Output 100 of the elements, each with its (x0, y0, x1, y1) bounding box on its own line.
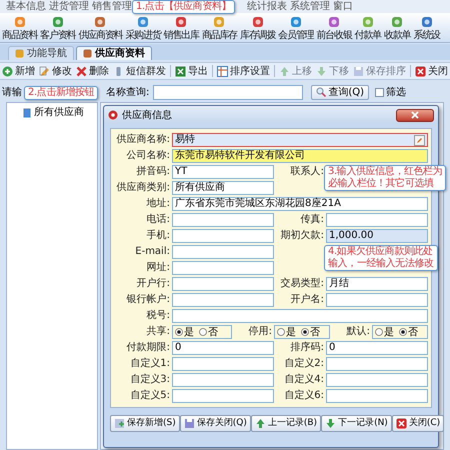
menu-item[interactable]: 系统管理 (290, 0, 330, 13)
search-button[interactable]: 查询(Q) (311, 84, 370, 100)
toolbar-button[interactable]: 供应商资料 (78, 16, 122, 41)
input-field[interactable] (172, 213, 274, 227)
tile-icon (52, 16, 64, 28)
radio-button[interactable]: 否 (399, 324, 418, 340)
toolbar-button[interactable]: 会员管理 (278, 16, 314, 41)
input-field[interactable] (172, 229, 274, 243)
field-label: 开户名: (290, 293, 324, 307)
input-field[interactable] (326, 389, 428, 403)
tile-icon (290, 16, 302, 28)
radio-button[interactable]: 否 (199, 324, 218, 340)
toolbar-button[interactable]: 系统设 (413, 16, 440, 41)
tab[interactable]: 功能导航 (8, 46, 74, 60)
spreadsheet-icon (175, 66, 186, 76)
field-label: 默认: (346, 325, 370, 339)
book-icon (23, 108, 31, 118)
toolbar-button[interactable]: 商品资料 (2, 16, 38, 41)
input-field[interactable] (326, 357, 428, 371)
tile-icon (391, 16, 404, 28)
input-field[interactable]: 0 (326, 341, 428, 355)
field-label: 自定义6: (283, 389, 324, 403)
dialog-button[interactable]: 下一记录(N) (321, 415, 392, 432)
toolbar-button[interactable]: 修改 (39, 64, 72, 78)
input-field[interactable] (172, 245, 274, 259)
input-field[interactable]: 东莞市易特软件开发有限公司 (172, 149, 428, 163)
menu-item[interactable]: 统计报表 (247, 0, 287, 13)
menu-item[interactable]: 基本信息 (6, 0, 46, 13)
dialog-button[interactable]: 关闭(C) (392, 415, 444, 432)
menu-item[interactable]: 窗口 (333, 0, 353, 13)
dialog-button[interactable]: 保存新增(S) (110, 415, 180, 432)
search-field[interactable] (153, 84, 304, 100)
dialog-button[interactable]: 上一记录(B) (250, 415, 322, 432)
input-field[interactable] (172, 373, 274, 387)
save-icon (184, 418, 195, 429)
menu-item[interactable]: 进货管理 (49, 0, 89, 13)
input-field[interactable] (172, 277, 274, 291)
toolbar-button[interactable]: 短信群发 (113, 64, 166, 78)
radio-button[interactable]: 否 (301, 324, 320, 340)
field-label: 期初欠款: (280, 229, 324, 243)
input-field[interactable] (172, 293, 274, 307)
up-arrow-icon (254, 418, 266, 429)
input-field[interactable]: 广东省东莞市莞城区东湖花园8座21A (172, 197, 428, 211)
toolbar-button[interactable]: 库存调拨 (240, 16, 276, 41)
toolbar-button[interactable]: 采购进货 (125, 16, 161, 41)
toolbar-button[interactable]: 删除 (76, 64, 109, 78)
input-field[interactable] (172, 261, 274, 275)
toolbar-button[interactable]: 客户资料 (40, 16, 76, 41)
field-label: 税号: (146, 309, 170, 323)
delete-icon (76, 66, 87, 76)
hint-tooltip: 1.点击【供应商资料】 (132, 0, 236, 14)
field-label: 自定义3: (129, 373, 170, 387)
radio-button[interactable]: 是 (175, 324, 194, 340)
input-field[interactable]: 月结 (326, 277, 428, 291)
radio-button[interactable]: 是 (375, 324, 394, 340)
input-field[interactable] (172, 389, 274, 403)
toolbar-button[interactable]: 商品库存 (202, 16, 238, 41)
toolbar-button[interactable]: 付款单 (354, 16, 382, 41)
input-field[interactable]: 1,000.00 (326, 229, 428, 243)
toolbar-button[interactable]: 前台收银 (316, 16, 352, 41)
field-label: 排序码: (290, 341, 324, 355)
tree-item[interactable]: 所有供应商 (7, 105, 97, 120)
input-field[interactable] (172, 357, 274, 371)
toolbar-button[interactable]: 导出 (175, 64, 208, 78)
up-arrow-icon (279, 66, 290, 76)
filter-checkbox[interactable]: 筛选 (375, 84, 406, 100)
toolbar-button[interactable]: 新增 (2, 64, 35, 78)
input-field[interactable] (326, 373, 428, 387)
radio-button[interactable]: 是 (277, 324, 296, 340)
field-label: 自定义1: (129, 357, 170, 371)
toolbar-button[interactable]: 排序设置 (217, 64, 270, 78)
input-field[interactable]: YT (172, 165, 274, 179)
toolbar-button[interactable]: 收款单 (384, 16, 410, 41)
field-label: E-mail: (134, 245, 170, 259)
tab[interactable]: 供应商资料 (76, 46, 152, 60)
field-label: 联系人: (290, 165, 324, 179)
input-field[interactable] (326, 293, 428, 307)
input-field[interactable]: 0 (172, 341, 274, 355)
down-arrow-icon (325, 418, 336, 429)
hint-tooltip: 2.点击新增按钮 (24, 86, 98, 100)
field-label: 开户行: (136, 277, 170, 291)
input-field[interactable]: 所有供应商 (172, 181, 274, 195)
pencil-icon (39, 66, 50, 76)
field-label: 共享: (146, 325, 170, 339)
plus-icon (2, 66, 13, 76)
input-field[interactable]: 易特 (172, 133, 428, 147)
input-field[interactable] (326, 213, 428, 227)
field-label: 停用: (248, 325, 272, 339)
down-arrow-icon (316, 66, 327, 76)
dialog-button[interactable]: 保存关闭(Q) (180, 415, 251, 432)
input-field[interactable] (172, 309, 428, 323)
tile-icon (83, 49, 92, 58)
field-label: 交易类型: (280, 277, 324, 291)
tile-icon (362, 16, 374, 28)
close-button[interactable] (396, 108, 434, 122)
search-label: 名称查询: (106, 86, 150, 100)
tile-icon (420, 16, 433, 28)
menu-item[interactable]: 销售管理 (92, 0, 132, 13)
toolbar-button[interactable]: 关闭 (415, 64, 448, 78)
toolbar-button[interactable]: 销售出库 (164, 16, 199, 41)
